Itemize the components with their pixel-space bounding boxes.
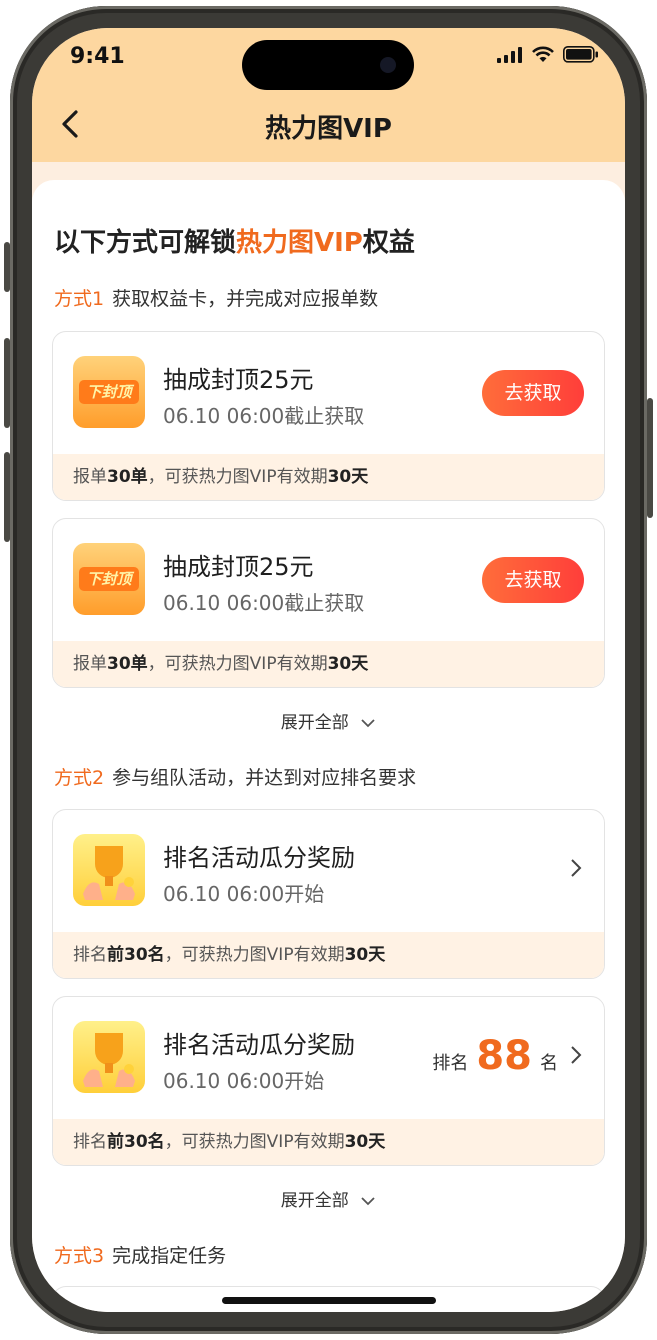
- get-button[interactable]: 去获取: [482, 557, 584, 603]
- benefit-card[interactable]: 下封顶 抽成封顶25元 06.10 06:00截止获取 去获取 报单30单，可获…: [52, 518, 605, 688]
- page-title: 热力图VIP: [265, 114, 392, 144]
- method-1-label: 方式1 获取权益卡，并完成对应报单数: [54, 284, 378, 311]
- foot-a: 报单: [73, 654, 107, 674]
- foot-b: 前30名: [107, 945, 165, 965]
- status-icons: [497, 46, 599, 63]
- foot-a: 报单: [73, 467, 107, 487]
- dynamic-island: [242, 40, 414, 90]
- foot-d: 30天: [327, 467, 369, 487]
- method-tag: 方式1: [54, 288, 105, 310]
- rank-display: 排名 88 名: [432, 1033, 558, 1079]
- chevron-right-icon[interactable]: [570, 1045, 582, 1065]
- foot-d: 30天: [344, 945, 386, 965]
- volume-up-button: [4, 338, 10, 428]
- power-button: [647, 398, 653, 518]
- chevron-right-icon[interactable]: [570, 858, 582, 878]
- action-button: [4, 242, 10, 292]
- cap-badge-icon: 下封顶: [73, 543, 145, 615]
- status-time: 9:41: [70, 44, 125, 69]
- expand-label: 展开全部: [280, 713, 349, 733]
- method-tag: 方式3: [54, 1245, 105, 1267]
- foot-a: 排名: [73, 1132, 107, 1152]
- expand-all-2[interactable]: 展开全部: [32, 1186, 625, 1211]
- card-footer: 报单30单，可获热力图VIP有效期30天: [53, 454, 604, 500]
- headline-pre: 以下方式可解锁: [54, 228, 237, 258]
- screen: 9:41 热力图VIP 以下方式可解锁热力图VIP权益 方式1 获取权益卡，并完…: [32, 28, 625, 1312]
- wifi-icon: [532, 46, 554, 62]
- camera-icon: [380, 57, 396, 73]
- ranking-card[interactable]: 排名活动瓜分奖励 06.10 06:00开始 排名 88 名 排名前30名，可获…: [52, 996, 605, 1166]
- signal-icon: [497, 46, 522, 63]
- method-2-label: 方式2 参与组队活动，并达到对应排名要求: [54, 763, 416, 790]
- foot-d: 30天: [327, 654, 369, 674]
- icon-label: 下封顶: [79, 567, 139, 591]
- expand-label: 展开全部: [280, 1191, 349, 1211]
- icon-label: 下封顶: [79, 380, 139, 404]
- foot-a: 排名: [73, 945, 107, 965]
- card-subtitle: 06.10 06:00截止获取: [163, 591, 365, 615]
- method-3-label: 方式3 完成指定任务: [54, 1241, 226, 1268]
- ranking-card[interactable]: 排名活动瓜分奖励 06.10 06:00开始 排名前30名，可获热力图VIP有效…: [52, 809, 605, 979]
- chevron-down-icon: [361, 719, 375, 728]
- method-text: 参与组队活动，并达到对应排名要求: [112, 767, 417, 789]
- card-subtitle: 06.10 06:00开始: [163, 1069, 325, 1093]
- card-footer: 报单30单，可获热力图VIP有效期30天: [53, 641, 604, 687]
- headline-post: 权益: [362, 228, 415, 258]
- card-footer: 排名前30名，可获热力图VIP有效期30天: [53, 1119, 604, 1165]
- method-tag: 方式2: [54, 767, 105, 789]
- trophy-icon: [73, 1021, 145, 1093]
- expand-all-1[interactable]: 展开全部: [32, 708, 625, 733]
- rank-number: 88: [476, 1033, 532, 1079]
- foot-b: 前30名: [107, 1132, 165, 1152]
- foot-c: ，可获热力图VIP有效期: [147, 467, 328, 487]
- card-title: 排名活动瓜分奖励: [163, 1031, 355, 1059]
- card-footer: 排名前30名，可获热力图VIP有效期30天: [53, 932, 604, 978]
- card-subtitle: 06.10 06:00开始: [163, 882, 325, 906]
- header-bar: 9:41 热力图VIP: [32, 28, 625, 162]
- foot-b: 30单: [107, 467, 148, 487]
- foot-d: 30天: [344, 1132, 386, 1152]
- card-title: 抽成封顶25元: [163, 553, 314, 581]
- cap-badge-icon: 下封顶: [73, 356, 145, 428]
- rank-prefix: 排名: [432, 1053, 469, 1074]
- battery-icon: [563, 46, 598, 63]
- chevron-down-icon: [361, 1197, 375, 1206]
- home-indicator[interactable]: [222, 1297, 436, 1304]
- foot-c: ，可获热力图VIP有效期: [164, 945, 345, 965]
- method-text: 获取权益卡，并完成对应报单数: [112, 288, 379, 310]
- card-subtitle: 06.10 06:00截止获取: [163, 404, 365, 428]
- main-content: 以下方式可解锁热力图VIP权益 方式1 获取权益卡，并完成对应报单数 下封顶 抽成…: [32, 180, 625, 1312]
- rank-suffix: 名: [540, 1053, 558, 1074]
- foot-c: ，可获热力图VIP有效期: [164, 1132, 345, 1152]
- unlock-headline: 以下方式可解锁热力图VIP权益: [54, 222, 415, 259]
- method-text: 完成指定任务: [112, 1245, 227, 1267]
- card-title: 抽成封顶25元: [163, 366, 314, 394]
- foot-b: 30单: [107, 654, 148, 674]
- get-button[interactable]: 去获取: [482, 370, 584, 416]
- card-title: 排名活动瓜分奖励: [163, 844, 355, 872]
- trophy-icon: [73, 834, 145, 906]
- headline-highlight: 热力图VIP: [236, 228, 363, 258]
- volume-down-button: [4, 452, 10, 542]
- benefit-card[interactable]: 下封顶 抽成封顶25元 06.10 06:00截止获取 去获取 报单30单，可获…: [52, 331, 605, 501]
- foot-c: ，可获热力图VIP有效期: [147, 654, 328, 674]
